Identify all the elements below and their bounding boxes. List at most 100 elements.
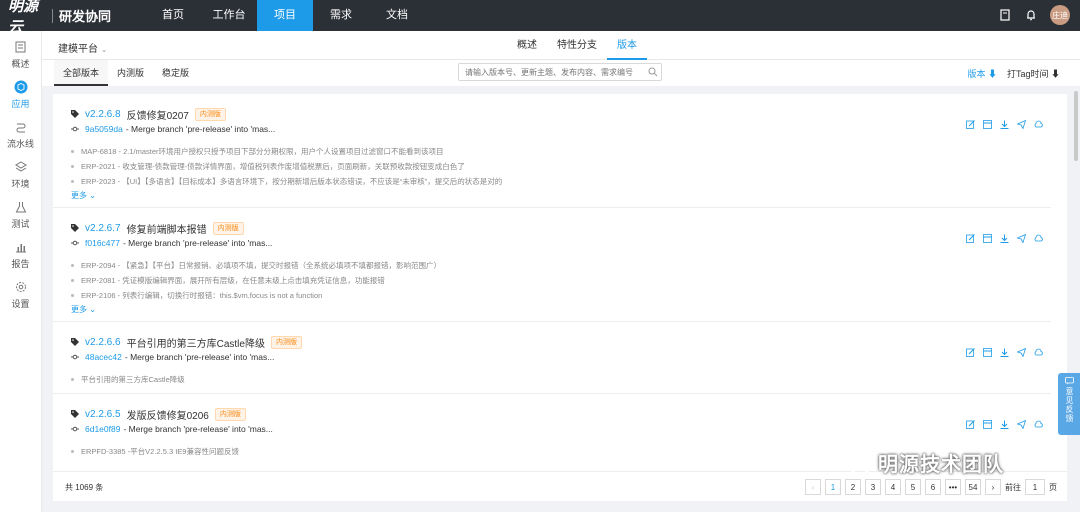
commit-line: 48acec42 - Merge branch 'pre-release' in… — [71, 350, 1051, 364]
goto-page-input[interactable]: 1 — [1025, 479, 1045, 495]
breadcrumb[interactable]: 建模平台 ⌄ — [58, 40, 107, 55]
release-actions — [966, 120, 1043, 129]
issue-list: MAP-6818 - 2.1/master环境用户授权只授予项目下部分分期权限，… — [71, 144, 1051, 189]
next-page-button[interactable]: › — [985, 479, 1001, 495]
top-right-tools: 庄迪 — [998, 5, 1070, 25]
edit-icon[interactable] — [966, 348, 975, 357]
archive-icon[interactable] — [983, 120, 992, 129]
tab-overview[interactable]: 概述 — [507, 31, 547, 60]
feedback-button[interactable]: 意见反馈 — [1058, 373, 1080, 435]
page-button[interactable]: 5 — [905, 479, 921, 495]
download-icon[interactable] — [1000, 348, 1009, 357]
more-link[interactable]: 更多 ⌄ — [71, 189, 1051, 203]
nav-requirements[interactable]: 需求 — [313, 0, 369, 31]
scrollbar[interactable] — [1074, 91, 1078, 161]
page-button[interactable]: 6 — [925, 479, 941, 495]
nav-workbench[interactable]: 工作台 — [201, 0, 257, 31]
issue-text[interactable]: ERP-2023 - 【UI】【多语言】【目标成本】多语言环境下，按分期新增后版… — [81, 176, 502, 187]
page-button[interactable]: 1 — [825, 479, 841, 495]
nav-project[interactable]: 项目 — [257, 0, 313, 31]
cloud-icon[interactable] — [1034, 348, 1043, 357]
commit-hash[interactable]: 6d1e0f89 — [85, 424, 120, 434]
section-tabs: 概述 特性分支 版本 — [507, 31, 647, 60]
release-header: v2.2.6.6 平台引用的第三方库Castle降级 内测版 — [71, 334, 1051, 350]
nav-home[interactable]: 首页 — [145, 0, 201, 31]
download-icon[interactable] — [1000, 420, 1009, 429]
tag-icon — [71, 410, 79, 418]
tab-versions[interactable]: 版本 — [607, 31, 647, 60]
release-version[interactable]: v2.2.6.7 — [85, 223, 121, 234]
release-panel: v2.2.6.8 反馈修复0207 内测版 9a5059da - Merge b… — [53, 94, 1067, 501]
download-icon[interactable] — [1000, 120, 1009, 129]
page-ellipsis[interactable]: ••• — [945, 479, 961, 495]
issue-text[interactable]: ERP-2021 - 收支管理-债款管理-债款详情界面，增值税列表作废增值税票后… — [81, 161, 465, 172]
sidebar-item-overview[interactable]: 概述 — [0, 35, 41, 75]
page-button[interactable]: 2 — [845, 479, 861, 495]
issue-text[interactable]: ERP-2106 - 列表行编辑，切换行时报错：this.$vm.focus i… — [81, 290, 322, 301]
send-icon[interactable] — [1017, 120, 1026, 129]
tab-stable[interactable]: 稳定版 — [153, 60, 198, 86]
search-input[interactable] — [458, 63, 662, 81]
download-icon[interactable] — [1000, 234, 1009, 243]
issue-text[interactable]: MAP-6818 - 2.1/master环境用户授权只授予项目下部分分期权限，… — [81, 146, 444, 157]
cloud-icon[interactable] — [1034, 234, 1043, 243]
prev-page-button[interactable]: ‹ — [805, 479, 821, 495]
release-version[interactable]: v2.2.6.6 — [85, 337, 121, 348]
more-link[interactable]: 更多 ⌄ — [71, 303, 1051, 317]
cloud-icon[interactable] — [1034, 120, 1043, 129]
issue-text[interactable]: ERP-2094 - 【紧急】【平台】日常报销、必填项不填，提交时报错（全系统必… — [81, 260, 441, 271]
commit-hash[interactable]: f016c477 — [85, 238, 120, 248]
nav-docs[interactable]: 文档 — [369, 0, 425, 31]
edit-icon[interactable] — [966, 234, 975, 243]
page-button[interactable]: 4 — [885, 479, 901, 495]
page-button[interactable]: 3 — [865, 479, 881, 495]
release-version[interactable]: v2.2.6.8 — [85, 109, 121, 120]
chevron-down-icon: ⌄ — [89, 191, 96, 200]
sidebar-item-reports[interactable]: 报告 — [0, 235, 41, 275]
sidebar-item-pipeline[interactable]: 流水线 — [0, 115, 41, 155]
issue-text[interactable]: ERP-2081 - 凭证模版编辑界面，展开所有层级，在任意末级上点击填充凭证信… — [81, 275, 385, 286]
release-version[interactable]: v2.2.6.5 — [85, 409, 121, 420]
notebook-icon[interactable] — [998, 8, 1012, 22]
search-icon[interactable] — [648, 67, 658, 77]
sidebar-item-test[interactable]: 测试 — [0, 195, 41, 235]
edit-icon[interactable] — [966, 120, 975, 129]
issue-text[interactable]: ERPFD-3385 -平台V2.2.5.3 IE9兼容性问题反馈 — [81, 446, 239, 457]
archive-icon[interactable] — [983, 234, 992, 243]
send-icon[interactable] — [1017, 420, 1026, 429]
tag-icon — [71, 338, 79, 346]
release-card: v2.2.6.6 平台引用的第三方库Castle降级 内测版 48acec42 … — [53, 322, 1051, 394]
archive-icon[interactable] — [983, 348, 992, 357]
cloud-icon[interactable] — [1034, 420, 1043, 429]
version-filter-tabs: 全部版本 内测版 稳定版 — [54, 60, 198, 86]
layers-icon — [14, 160, 28, 174]
sidebar-item-apps[interactable]: 应用 — [0, 75, 41, 115]
commit-message: - Merge branch 'pre-release' into 'mas..… — [124, 352, 275, 362]
sort-by-tag-time[interactable]: 打Tag时间 ⬇ — [1007, 67, 1060, 80]
bar-chart-icon — [14, 240, 28, 254]
send-icon[interactable] — [1017, 348, 1026, 357]
avatar[interactable]: 庄迪 — [1050, 5, 1070, 25]
archive-icon[interactable] — [983, 420, 992, 429]
tab-beta[interactable]: 内测版 — [108, 60, 153, 86]
release-actions — [966, 420, 1043, 429]
commit-hash[interactable]: 9a5059da — [85, 124, 123, 134]
doc-icon — [14, 40, 28, 54]
edit-icon[interactable] — [966, 420, 975, 429]
sidebar-item-settings[interactable]: 设置 — [0, 275, 41, 315]
bell-icon[interactable] — [1024, 8, 1038, 22]
status-badge: 内测版 — [212, 221, 244, 235]
tab-all-versions[interactable]: 全部版本 — [54, 60, 109, 86]
commit-icon — [71, 126, 79, 132]
tab-feature-branch[interactable]: 特性分支 — [547, 31, 607, 60]
issue-text[interactable]: 平台引用的第三方库Castle降级 — [81, 374, 185, 385]
page-button[interactable]: 54 — [965, 479, 981, 495]
commit-icon — [71, 354, 79, 360]
release-title: 修复前端脚本报错 — [126, 224, 207, 236]
release-header: v2.2.6.5 发版反馈修复0206 内测版 — [71, 406, 1051, 422]
wechat-icon — [839, 450, 871, 475]
send-icon[interactable] — [1017, 234, 1026, 243]
sidebar-item-env[interactable]: 环境 — [0, 155, 41, 195]
commit-hash[interactable]: 48acec42 — [85, 352, 122, 362]
sort-by-version[interactable]: 版本 ⬇ — [967, 67, 997, 80]
